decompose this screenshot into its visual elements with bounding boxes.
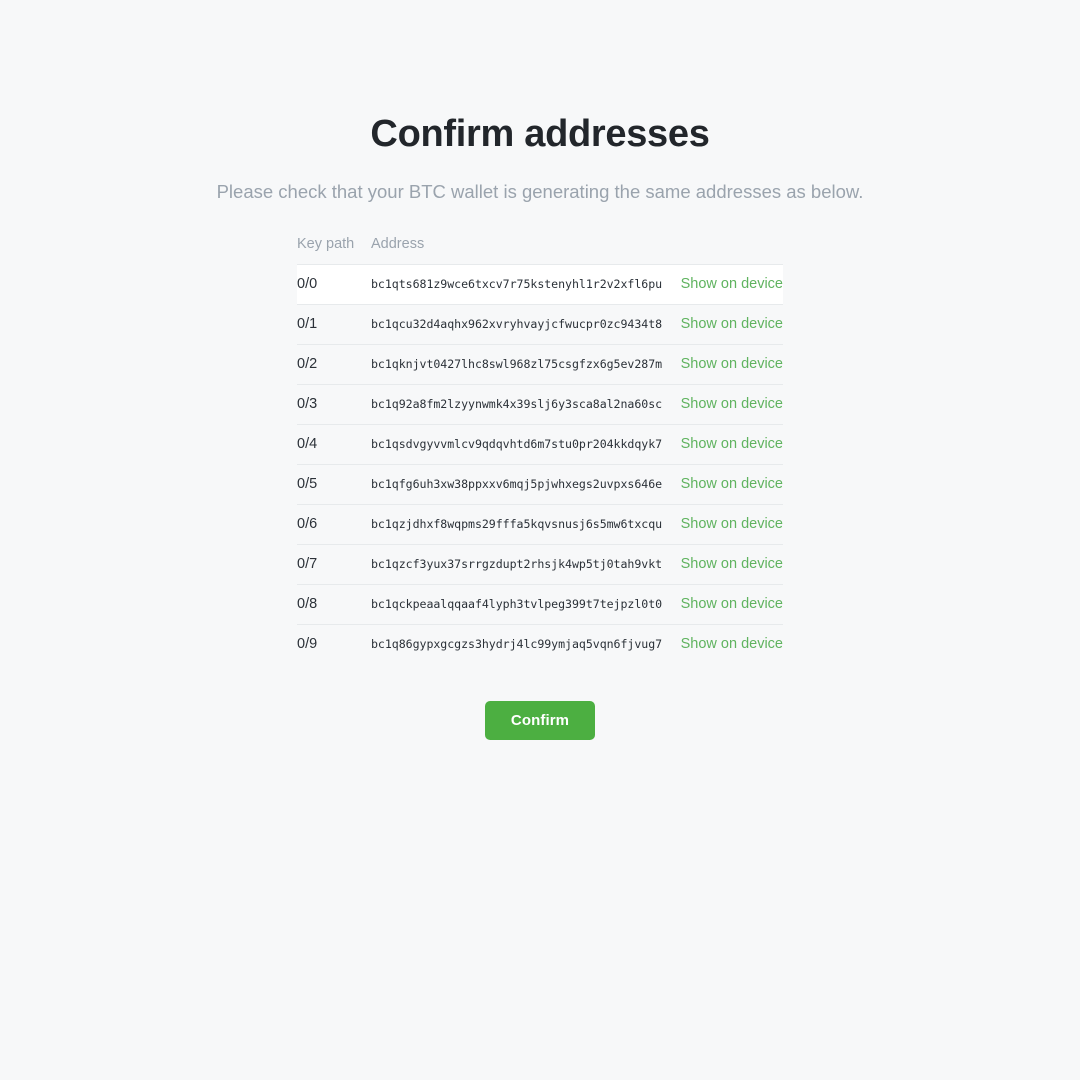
table-row: 0/6 bc1qzjdhxf8wqpms29fffa5kqvsnusj6s5mw6… (297, 503, 783, 545)
addresses-table-header: Key path Address (297, 236, 783, 265)
cell-key-path: 0/1 (297, 303, 371, 345)
cell-action: Show on device (669, 463, 783, 505)
table-header-row: Key path Address (297, 236, 783, 265)
table-row: 0/7 bc1qzcf3yux37srrgzdupt2rhsjk4wp5tj0ta… (297, 543, 783, 585)
cell-key-path: 0/8 (297, 583, 371, 625)
page-title: Confirm addresses (370, 113, 710, 155)
cell-key-path: 0/7 (297, 543, 371, 585)
cell-action: Show on device (669, 343, 783, 385)
cell-action: Show on device (669, 263, 783, 305)
cell-action: Show on device (669, 423, 783, 465)
cell-key-path: 0/4 (297, 423, 371, 465)
cell-key-path: 0/2 (297, 343, 371, 385)
cell-key-path: 0/6 (297, 503, 371, 545)
table-row: 0/9 bc1q86gypxgcgzs3hydrj4lc99ymjaq5vqn6f… (297, 623, 783, 665)
cell-address: bc1qknjvt0427lhc8swl968zl75csgfzx6g5ev28… (371, 343, 669, 385)
cell-address: bc1q92a8fm2lzyynwmk4x39slj6y3sca8al2na60… (371, 383, 669, 425)
cell-action: Show on device (669, 583, 783, 625)
cell-action: Show on device (669, 503, 783, 545)
cell-address: bc1qzcf3yux37srrgzdupt2rhsjk4wp5tj0tah9v… (371, 543, 669, 585)
cell-key-path: 0/9 (297, 623, 371, 665)
show-on-device-link[interactable]: Show on device (681, 476, 783, 492)
page-subtitle: Please check that your BTC wallet is gen… (216, 180, 864, 202)
cell-key-path: 0/3 (297, 383, 371, 425)
show-on-device-link[interactable]: Show on device (681, 556, 783, 572)
column-header-action (669, 236, 783, 265)
addresses-table-body: 0/0 bc1qts681z9wce6txcv7r75kstenyhl1r2v2x… (297, 263, 783, 665)
table-row: 0/1 bc1qcu32d4aqhx962xvryhvayjcfwucpr0zc9… (297, 303, 783, 345)
table-row: 0/5 bc1qfg6uh3xw38ppxxv6mqj5pjwhxegs2uvpx… (297, 463, 783, 505)
cell-address: bc1qfg6uh3xw38ppxxv6mqj5pjwhxegs2uvpxs64… (371, 463, 669, 505)
table-row: 0/0 bc1qts681z9wce6txcv7r75kstenyhl1r2v2x… (297, 263, 783, 305)
cell-action: Show on device (669, 303, 783, 345)
addresses-table: Key path Address 0/0 bc1qts681z9wce6txcv7… (297, 236, 783, 665)
cell-action: Show on device (669, 623, 783, 665)
show-on-device-link[interactable]: Show on device (681, 316, 783, 332)
cell-action: Show on device (669, 383, 783, 425)
show-on-device-link[interactable]: Show on device (681, 596, 783, 612)
cell-key-path: 0/5 (297, 463, 371, 505)
table-row: 0/8 bc1qckpeaalqqaaf4lyph3tvlpeg399t7tejp… (297, 583, 783, 625)
confirm-addresses-page: Confirm addresses Please check that your… (0, 0, 1080, 1080)
cell-address: bc1qzjdhxf8wqpms29fffa5kqvsnusj6s5mw6txc… (371, 503, 669, 545)
confirm-button-container: Confirm (297, 700, 783, 740)
column-header-address: Address (371, 235, 425, 252)
table-row: 0/4 bc1qsdvgyvvmlcv9qdqvhtd6m7stu0pr204kk… (297, 423, 783, 465)
show-on-device-link[interactable]: Show on device (681, 636, 783, 652)
cell-address: bc1qts681z9wce6txcv7r75kstenyhl1r2v2xfl6… (371, 263, 669, 305)
show-on-device-link[interactable]: Show on device (681, 396, 783, 412)
show-on-device-link[interactable]: Show on device (681, 516, 783, 532)
column-header-key-path: Key path (297, 235, 355, 252)
addresses-table-container: Key path Address 0/0 bc1qts681z9wce6txcv7… (297, 236, 783, 665)
cell-key-path: 0/0 (297, 263, 371, 305)
cell-address: bc1qckpeaalqqaaf4lyph3tvlpeg399t7tejpzl0… (371, 583, 669, 625)
cell-address: bc1qcu32d4aqhx962xvryhvayjcfwucpr0zc9434… (371, 303, 669, 345)
table-row: 0/3 bc1q92a8fm2lzyynwmk4x39slj6y3sca8al2n… (297, 383, 783, 425)
show-on-device-link[interactable]: Show on device (681, 356, 783, 372)
cell-action: Show on device (669, 543, 783, 585)
show-on-device-link[interactable]: Show on device (681, 436, 783, 452)
cell-address: bc1q86gypxgcgzs3hydrj4lc99ymjaq5vqn6fjvu… (371, 623, 669, 665)
show-on-device-link[interactable]: Show on device (681, 276, 783, 292)
confirm-button[interactable]: Confirm (484, 700, 596, 740)
cell-address: bc1qsdvgyvvmlcv9qdqvhtd6m7stu0pr204kkdqy… (371, 423, 669, 465)
table-row: 0/2 bc1qknjvt0427lhc8swl968zl75csgfzx6g5e… (297, 343, 783, 385)
